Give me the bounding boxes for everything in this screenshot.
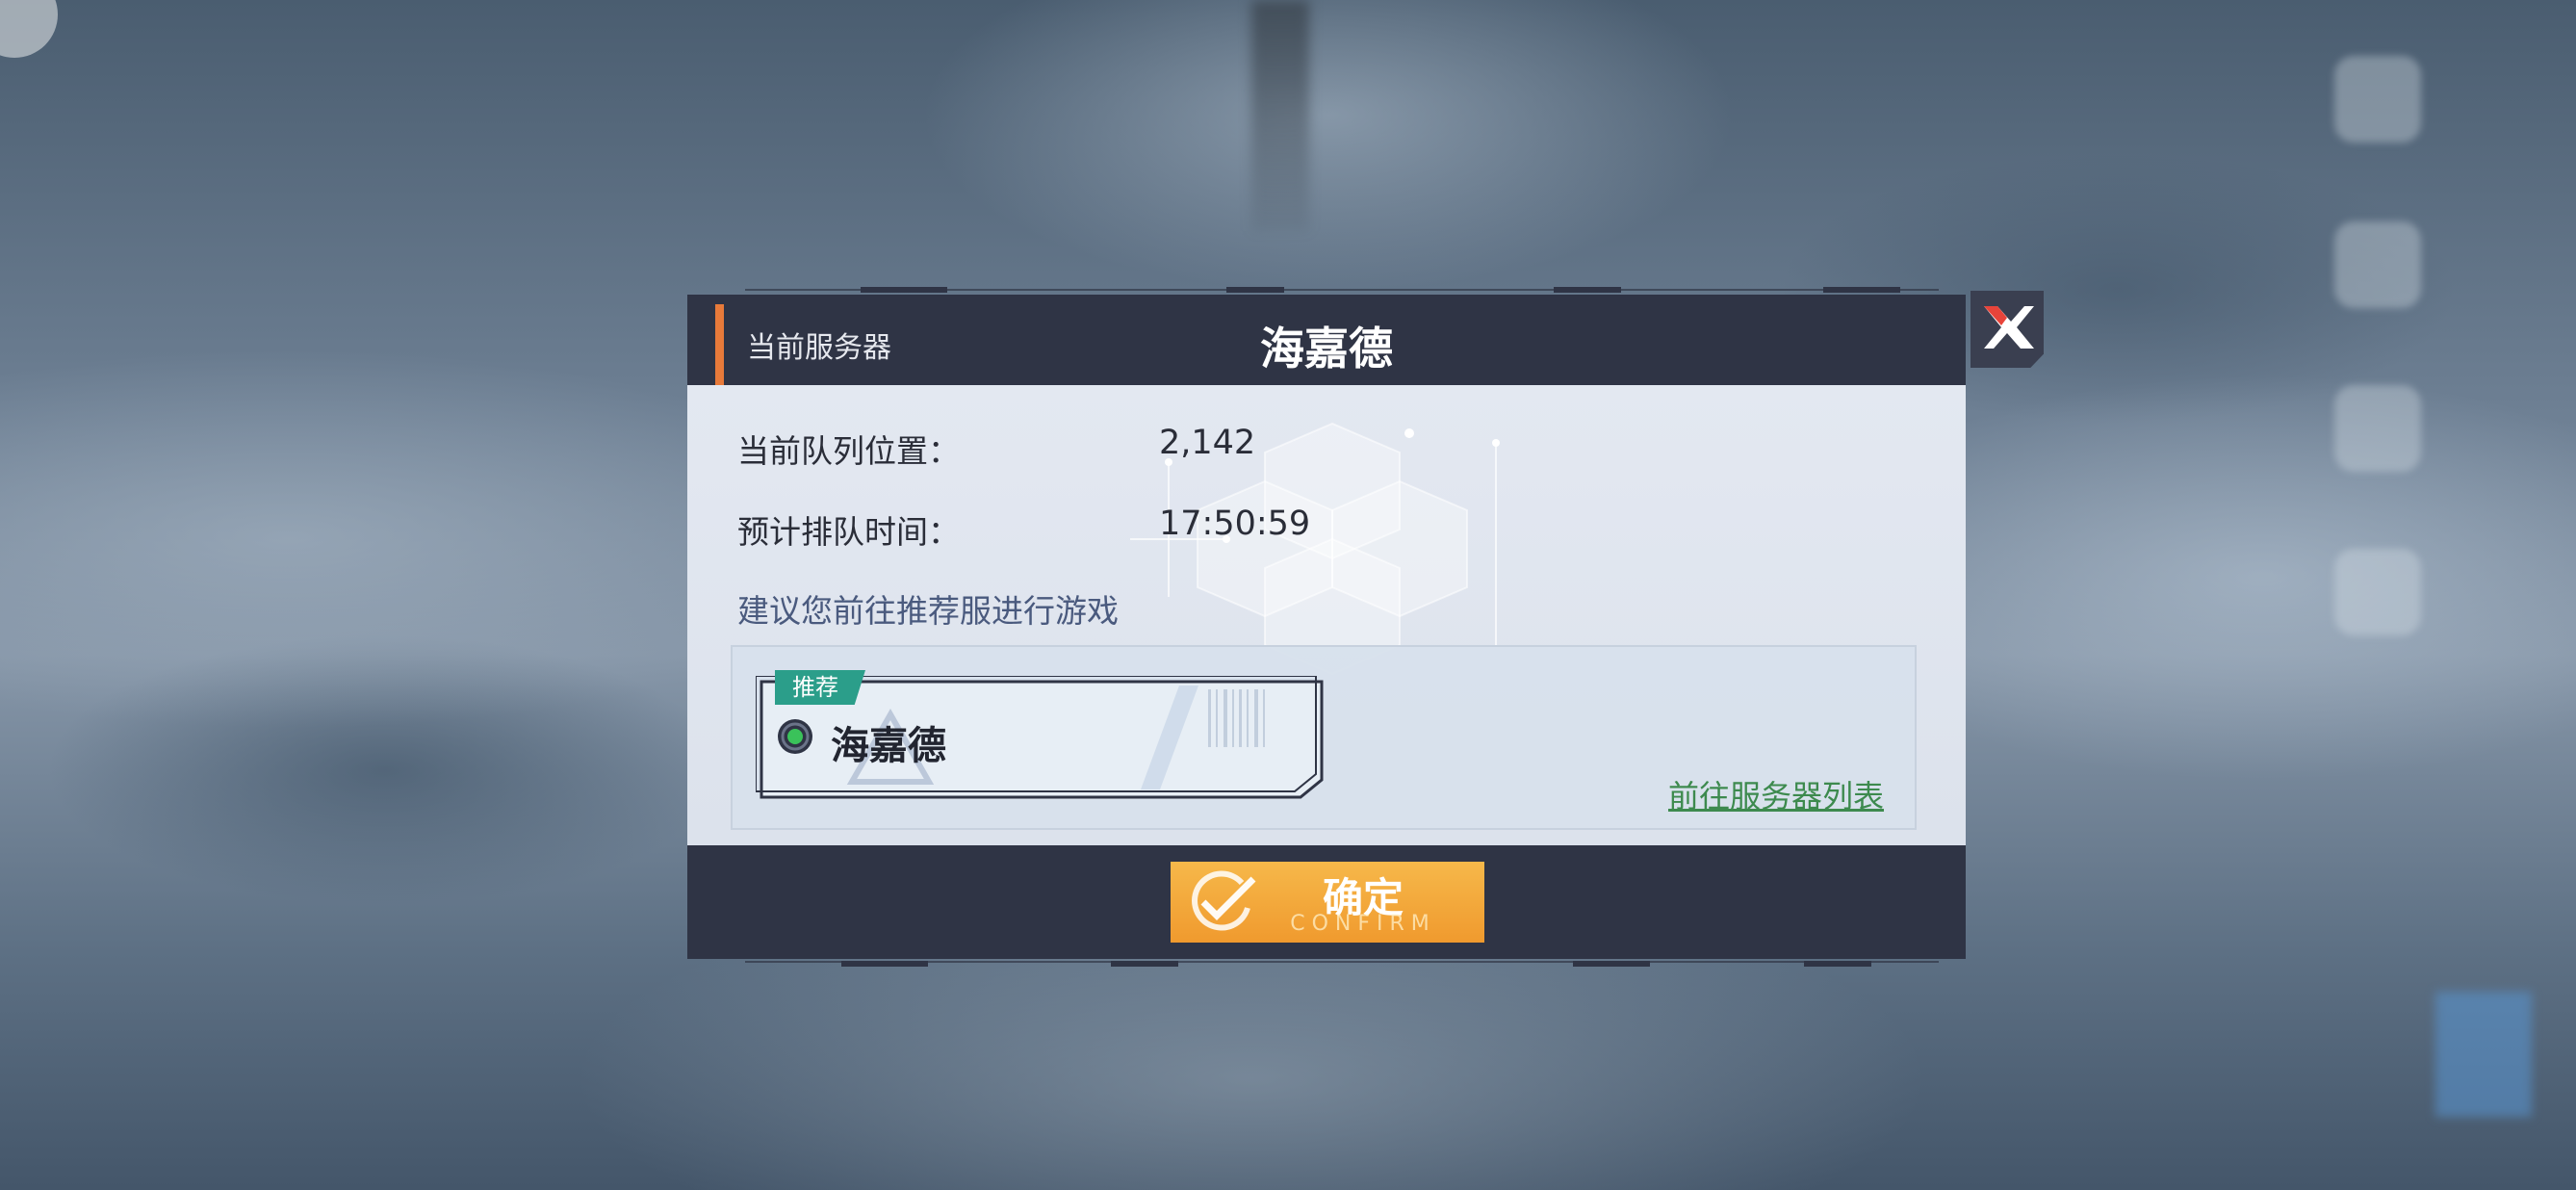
close-button[interactable] [1971,291,2044,368]
dialog-header: 当前服务器 海嘉德 [687,295,1966,385]
check-icon [1192,870,1256,931]
side-menu-icon [2334,385,2421,472]
recommend-tag: 推荐 [775,670,865,705]
queue-position-label: 当前队列位置： [737,432,960,470]
side-menu-icon [2334,56,2421,142]
server-list-link[interactable]: 前往服务器列表 [1668,772,1884,816]
background-blue-object [2435,992,2532,1117]
recommended-server-card[interactable]: 推荐 海嘉德 [756,670,1327,801]
queue-dialog: 当前服务器 海嘉德 当前队列位置： 2,142 预计排队时间： 17:50:59… [687,287,2044,967]
current-server-name: 海嘉德 [1260,323,1393,375]
close-x-icon [1984,306,2034,349]
server-status-icon [778,719,812,754]
dialog-body: 当前队列位置： 2,142 预计排队时间： 17:50:59 建议您前往推荐服进… [687,385,1966,845]
side-menu-icon [2334,221,2421,308]
recommend-hint: 建议您前往推荐服进行游戏 [737,592,1119,630]
confirm-sublabel: CONFIRM [1290,912,1436,936]
confirm-button[interactable]: 确定 CONFIRM [1171,862,1484,943]
background-tower [1251,0,1309,231]
recommend-panel: 推荐 海嘉德 前往服务器列表 [731,645,1917,830]
wait-time-value: 17:50:59 [1159,504,1311,543]
recommended-server-name: 海嘉德 [831,724,946,768]
dialog-footer: 确定 CONFIRM [687,845,1966,959]
queue-position-value: 2,142 [1159,424,1256,462]
side-menu-icon [2334,549,2421,635]
top-edge-decoration [745,287,1939,293]
wait-time-label: 预计排队时间： [737,513,960,551]
bottom-edge-decoration [745,961,1939,967]
